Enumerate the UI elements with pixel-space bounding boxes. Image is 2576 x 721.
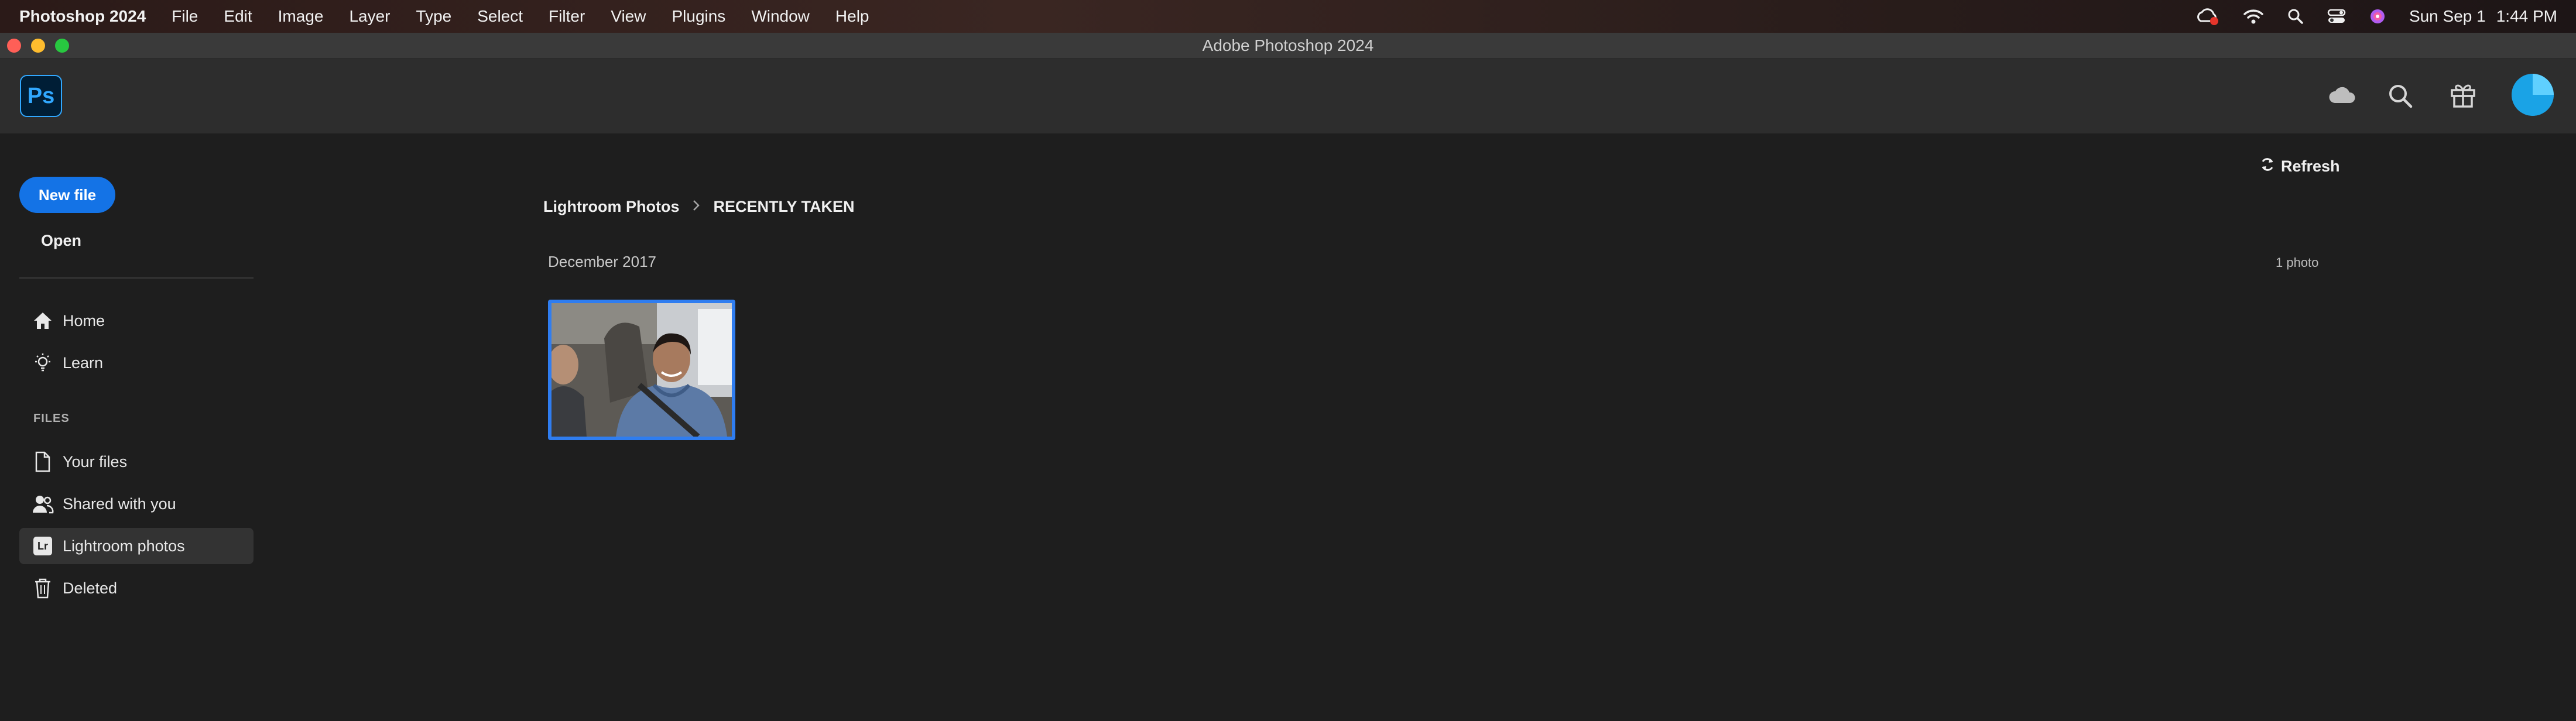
- lightbulb-icon: [19, 352, 66, 373]
- avatar[interactable]: [2512, 74, 2554, 116]
- sidebar-item-home[interactable]: Home: [19, 303, 254, 339]
- chevron-right-icon: [692, 198, 700, 216]
- control-center-icon[interactable]: [2327, 8, 2346, 25]
- photoshop-logo[interactable]: Ps: [20, 75, 62, 117]
- people-icon: [19, 494, 66, 514]
- group-date-heading: December 2017: [548, 253, 656, 270]
- menu-app-name[interactable]: Photoshop 2024: [19, 7, 146, 26]
- sidebar-item-deleted[interactable]: Deleted: [19, 570, 254, 606]
- creative-cloud-status-icon[interactable]: [2196, 7, 2219, 26]
- cloud-icon[interactable]: [2328, 84, 2357, 108]
- gift-icon[interactable]: [2450, 82, 2476, 112]
- menu-clock[interactable]: Sun Sep 1 1:44 PM: [2409, 7, 2557, 26]
- refresh-button[interactable]: Refresh: [2260, 157, 2340, 176]
- app-header: Ps: [0, 59, 2576, 133]
- sidebar-item-label: Home: [63, 311, 105, 329]
- search-icon[interactable]: [2387, 83, 2413, 112]
- menu-view[interactable]: View: [611, 7, 646, 26]
- open-button[interactable]: Open: [41, 232, 81, 250]
- menu-filter[interactable]: Filter: [549, 7, 585, 26]
- refresh-label: Refresh: [2281, 157, 2340, 175]
- sidebar-item-label: Learn: [63, 353, 104, 372]
- menu-type[interactable]: Type: [416, 7, 452, 26]
- menu-help[interactable]: Help: [835, 7, 869, 26]
- menu-layer[interactable]: Layer: [349, 7, 390, 26]
- clock-time: 1:44 PM: [2496, 7, 2557, 25]
- lightroom-badge: Lr: [33, 537, 52, 555]
- menu-edit[interactable]: Edit: [224, 7, 252, 26]
- photo-thumbnail[interactable]: [548, 300, 735, 440]
- sidebar-divider: [19, 277, 254, 279]
- clock-date: Sun Sep 1: [2409, 7, 2486, 25]
- sidebar-item-label: Deleted: [63, 579, 118, 597]
- sidebar: New file Open Home Learn FILES Your file…: [0, 133, 263, 721]
- photo-image: [551, 303, 732, 437]
- sidebar-item-label: Your files: [63, 452, 128, 471]
- new-file-button[interactable]: New file: [19, 177, 115, 213]
- window-title: Adobe Photoshop 2024: [1202, 36, 1374, 54]
- wifi-icon[interactable]: [2243, 8, 2264, 25]
- home-icon: [19, 311, 66, 331]
- breadcrumb: Lightroom Photos RECENTLY TAKEN: [543, 198, 855, 216]
- breadcrumb-recently-taken: RECENTLY TAKEN: [713, 198, 855, 215]
- sidebar-item-shared-with-you[interactable]: Shared with you: [19, 486, 254, 522]
- spotlight-search-icon[interactable]: [2287, 8, 2304, 25]
- menu-plugins[interactable]: Plugins: [672, 7, 725, 26]
- sidebar-item-your-files[interactable]: Your files: [19, 444, 254, 480]
- menu-bar: Photoshop 2024 File Edit Image Layer Typ…: [0, 0, 2576, 33]
- menu-image[interactable]: Image: [278, 7, 324, 26]
- menu-window[interactable]: Window: [751, 7, 810, 26]
- sidebar-item-label: Shared with you: [63, 495, 176, 513]
- group-photo-count: 1 photo: [2276, 255, 2319, 270]
- breadcrumb-lightroom-photos[interactable]: Lightroom Photos: [543, 198, 679, 216]
- menu-select[interactable]: Select: [477, 7, 523, 26]
- document-icon: [19, 451, 66, 472]
- sidebar-item-learn[interactable]: Learn: [19, 345, 254, 381]
- sidebar-item-lightroom-photos[interactable]: Lr Lightroom photos: [19, 528, 254, 564]
- refresh-icon: [2260, 157, 2275, 176]
- window-title-bar: Adobe Photoshop 2024: [0, 33, 2576, 59]
- sidebar-item-label: Lightroom photos: [63, 537, 185, 555]
- siri-icon[interactable]: [2369, 8, 2386, 25]
- files-section-label: FILES: [33, 412, 70, 425]
- lightroom-icon: Lr: [19, 537, 66, 555]
- trash-icon: [19, 578, 66, 599]
- menu-file[interactable]: File: [172, 7, 198, 26]
- status-area: Sun Sep 1 1:44 PM: [2196, 0, 2557, 33]
